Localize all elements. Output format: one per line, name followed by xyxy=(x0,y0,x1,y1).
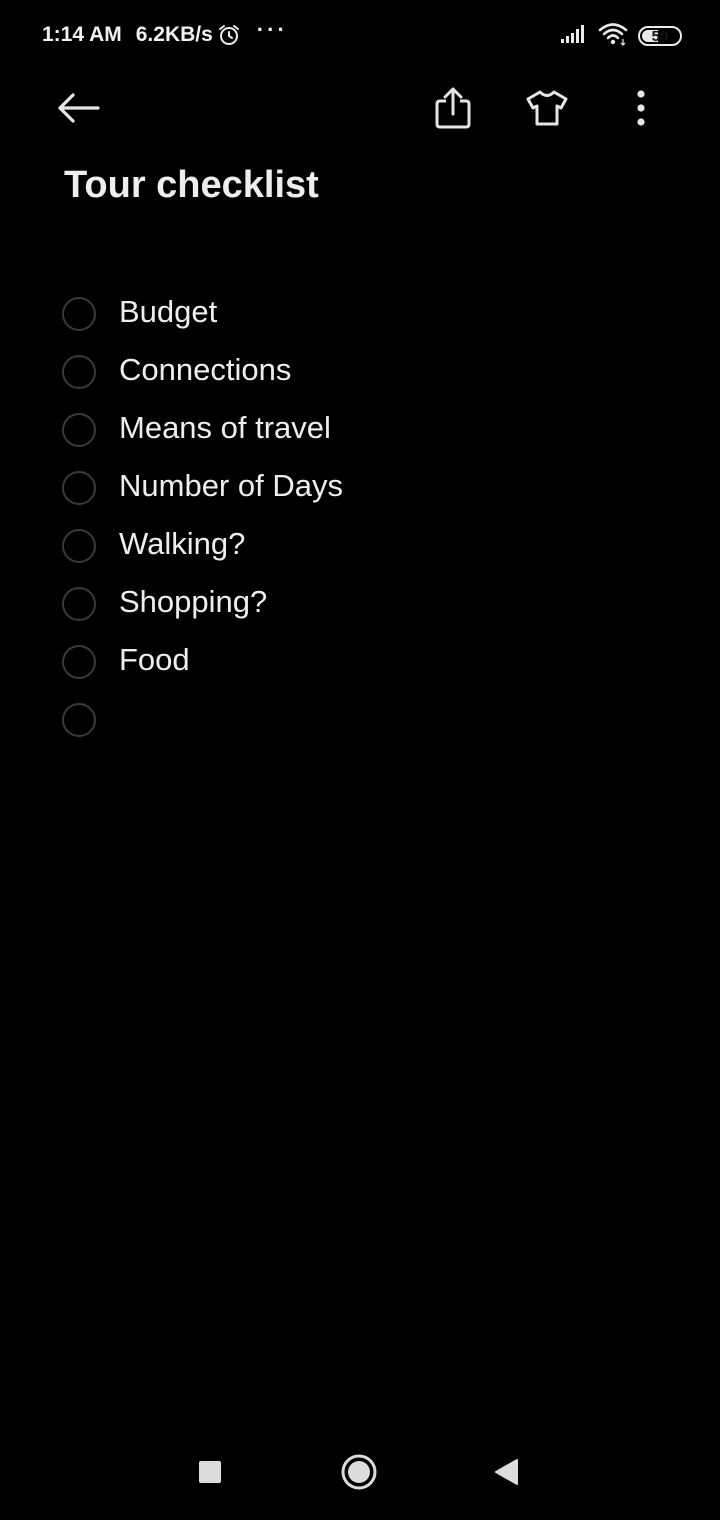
checkbox[interactable] xyxy=(62,529,96,563)
checklist-item: Number of Days xyxy=(62,457,662,515)
more-notifications-icon: ··· xyxy=(256,17,288,42)
share-button[interactable] xyxy=(425,80,481,136)
checkbox[interactable] xyxy=(62,297,96,331)
checklist-item-label[interactable]: Number of Days xyxy=(119,468,343,504)
checklist-item: Connections xyxy=(62,341,662,399)
checklist-item-label[interactable]: Connections xyxy=(119,352,291,388)
status-right: 50 xyxy=(560,22,682,50)
checklist-item: Budget xyxy=(62,283,662,341)
checkbox[interactable] xyxy=(62,645,96,679)
checklist-item-label[interactable]: Means of travel xyxy=(119,410,331,446)
status-left: 1:14 AM 6.2KB/s ··· xyxy=(42,17,288,50)
checkbox[interactable] xyxy=(62,355,96,389)
checklist-item-label[interactable]: Budget xyxy=(119,294,217,330)
home-button[interactable] xyxy=(329,1446,389,1498)
checkbox[interactable] xyxy=(62,703,96,737)
theme-button[interactable] xyxy=(519,80,575,136)
checklist-item-label[interactable]: Walking? xyxy=(119,526,245,562)
checklist-item-label[interactable]: Shopping? xyxy=(119,584,267,620)
alarm-icon xyxy=(217,23,241,47)
back-arrow-icon xyxy=(58,93,100,123)
system-back-button[interactable] xyxy=(476,1446,536,1498)
system-navigation-bar xyxy=(0,1430,720,1520)
checklist-item-label[interactable]: Food xyxy=(119,642,190,678)
status-time: 1:14 AM xyxy=(42,23,122,46)
app-bar xyxy=(0,70,720,146)
recents-square-icon xyxy=(199,1461,221,1483)
status-bar: 1:14 AM 6.2KB/s ··· 50 xyxy=(0,0,720,70)
checklist-item: Walking? xyxy=(62,515,662,573)
signal-icon xyxy=(560,24,588,49)
checkbox[interactable] xyxy=(62,587,96,621)
checkbox[interactable] xyxy=(62,471,96,505)
checklist-item: Means of travel xyxy=(62,399,662,457)
more-vert-icon xyxy=(637,90,645,126)
recents-button[interactable] xyxy=(180,1446,240,1498)
checklist-item-empty xyxy=(62,689,662,747)
back-button[interactable] xyxy=(50,80,106,136)
wifi-icon xyxy=(598,22,628,51)
checklist: Budget Connections Means of travel Numbe… xyxy=(62,283,662,747)
note-title[interactable]: Tour checklist xyxy=(64,164,319,207)
share-icon xyxy=(435,87,471,129)
more-options-button[interactable] xyxy=(613,80,669,136)
checkbox[interactable] xyxy=(62,413,96,447)
home-circle-icon xyxy=(341,1454,377,1490)
battery-level: 50 xyxy=(651,27,669,45)
back-triangle-icon xyxy=(495,1459,518,1485)
shirt-icon xyxy=(526,90,568,126)
checklist-item: Shopping? xyxy=(62,573,662,631)
checklist-item: Food xyxy=(62,631,662,689)
network-speed: 6.2KB/s xyxy=(135,23,213,46)
battery-icon: 50 xyxy=(638,26,682,46)
